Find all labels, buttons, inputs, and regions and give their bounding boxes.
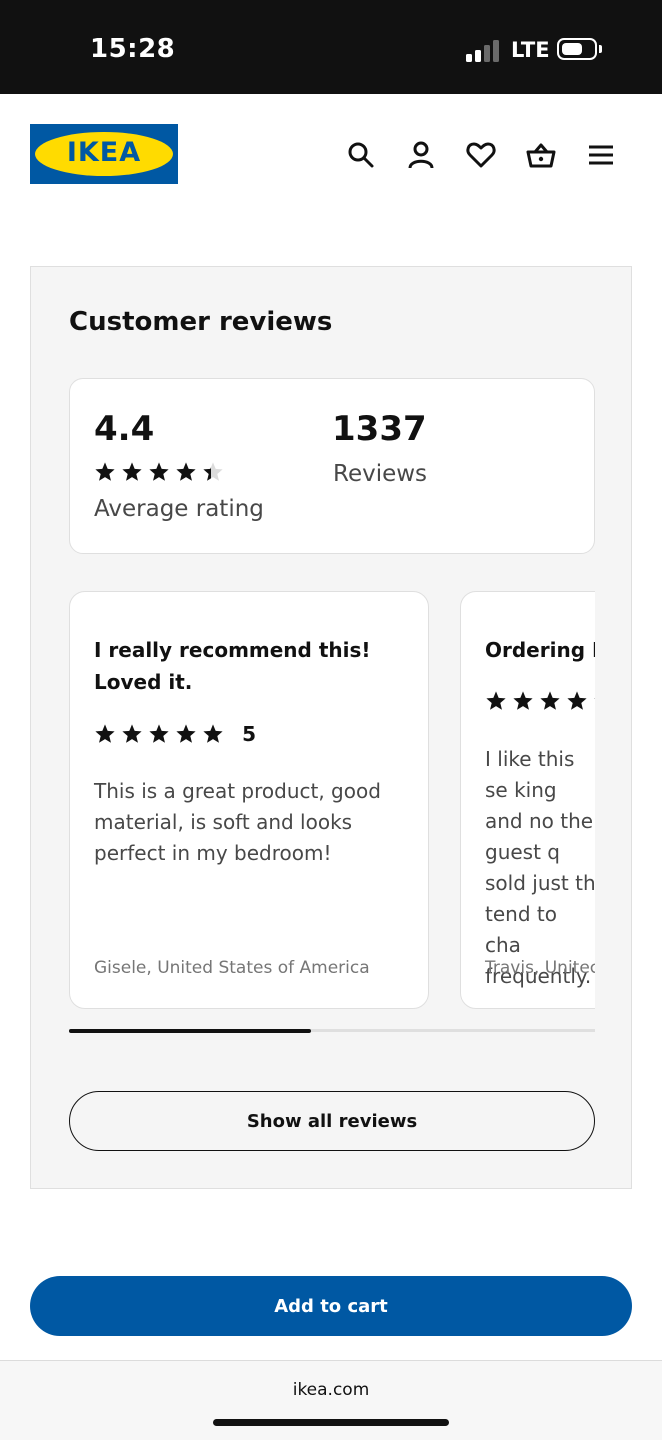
review-author: Travis, Unitec	[485, 958, 595, 978]
reviews-carousel[interactable]: I really recommend this! Loved it. 5 Thi…	[69, 591, 595, 1011]
star-icon	[594, 698, 595, 699]
star-icon	[513, 691, 533, 710]
review-author: Gisele, United States of America	[94, 958, 370, 978]
review-count-label: Reviews	[333, 461, 428, 487]
review-stars	[94, 724, 229, 743]
average-rating-value: 4.4	[94, 409, 155, 449]
signal-icon	[466, 38, 502, 62]
heart-icon[interactable]	[465, 139, 497, 171]
review-score: 5	[242, 722, 257, 746]
star-icon	[122, 462, 142, 481]
home-indicator[interactable]	[213, 1419, 449, 1426]
review-title: I really recommend this! Loved it.	[94, 638, 371, 694]
add-to-cart-button[interactable]: Add to cart	[30, 1276, 632, 1336]
carousel-scrollbar[interactable]	[69, 1029, 595, 1033]
site-header: IKEA	[0, 94, 662, 214]
network-type: LTE	[511, 38, 550, 62]
battery-icon	[557, 38, 597, 60]
star-icon	[540, 691, 560, 710]
logo-text: IKEA	[66, 137, 142, 168]
review-rating: 5	[94, 722, 257, 746]
rating-summary-card: 4.4 Average rating 1337 Reviews	[69, 378, 595, 554]
star-icon	[95, 724, 115, 743]
star-icon	[486, 691, 506, 710]
star-icon	[95, 462, 115, 481]
review-rating	[485, 690, 595, 712]
star-icon	[149, 724, 169, 743]
star-icon	[203, 724, 223, 743]
review-body: This is a great product, good material, …	[94, 779, 381, 865]
review-stars	[485, 691, 595, 710]
battery-tip	[599, 45, 602, 53]
star-icon	[149, 462, 169, 481]
review-count-value: 1337	[332, 409, 427, 449]
customer-reviews-section: Customer reviews 4.4 Average rating 1337…	[30, 266, 632, 1189]
ikea-logo[interactable]: IKEA	[30, 124, 178, 184]
browser-bottom-bar: ikea.com	[0, 1360, 662, 1440]
star-icon	[176, 724, 196, 743]
average-rating-stars	[94, 461, 229, 483]
status-time: 15:28	[90, 34, 176, 64]
review-title: Ordering M	[485, 638, 595, 662]
star-icon	[203, 462, 223, 481]
review-card[interactable]: I really recommend this! Loved it. 5 Thi…	[69, 591, 429, 1009]
show-all-reviews-button[interactable]: Show all reviews	[69, 1091, 595, 1151]
section-title: Customer reviews	[69, 307, 333, 337]
url-display[interactable]: ikea.com	[0, 1380, 662, 1400]
review-body: I like this se king and no the guest q s…	[485, 747, 595, 988]
status-bar: 15:28 LTE	[0, 0, 662, 94]
carousel-scrollbar-thumb[interactable]	[69, 1029, 311, 1033]
star-icon	[176, 462, 196, 481]
search-icon[interactable]	[345, 139, 377, 171]
star-icon	[567, 691, 587, 710]
account-icon[interactable]	[405, 139, 437, 171]
star-icon	[122, 724, 142, 743]
review-card[interactable]: Ordering M I like this se king and no th…	[460, 591, 595, 1009]
menu-icon[interactable]	[585, 139, 617, 171]
average-rating-label: Average rating	[94, 496, 264, 522]
basket-icon[interactable]	[525, 139, 557, 171]
